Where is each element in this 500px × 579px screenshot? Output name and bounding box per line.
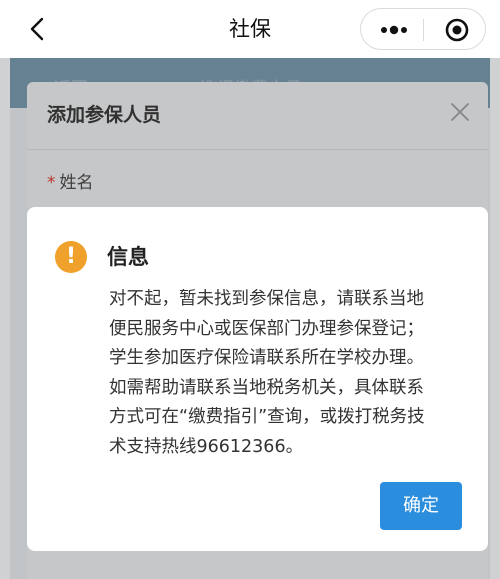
- message-line: 方式可在“缴费指引”查询，或拨打税务技: [109, 407, 425, 427]
- confirm-button[interactable]: 确定: [380, 482, 462, 530]
- info-message-box: ! 信息 对不起，暂未找到参保信息，请联系当地 便民服务中心或医保部门办理参保登…: [27, 207, 488, 551]
- message-line: 术支持热线96612366。: [109, 436, 304, 457]
- message-line: 如需帮助请联系当地税务机关，具体联系: [109, 377, 424, 398]
- message-line: 学生参加医疗保险请联系所在学校办理。: [109, 348, 424, 368]
- target-circle-icon[interactable]: [445, 18, 469, 42]
- capsule-divider: [423, 19, 424, 41]
- message-body: 对不起，暂未找到参保信息，请联系当地 便民服务中心或医保部门办理参保登记； 学生…: [109, 285, 459, 462]
- message-title: 信息: [107, 245, 149, 269]
- message-line: 对不起，暂未找到参保信息，请联系当地: [109, 289, 424, 309]
- mini-program-titlebar: 社保: [0, 0, 500, 58]
- more-dots-icon[interactable]: [379, 22, 409, 38]
- capsule-menu: [360, 8, 486, 50]
- message-line: 便民服务中心或医保部门办理参保登记；: [109, 318, 424, 339]
- exclamation-icon: !: [55, 241, 87, 273]
